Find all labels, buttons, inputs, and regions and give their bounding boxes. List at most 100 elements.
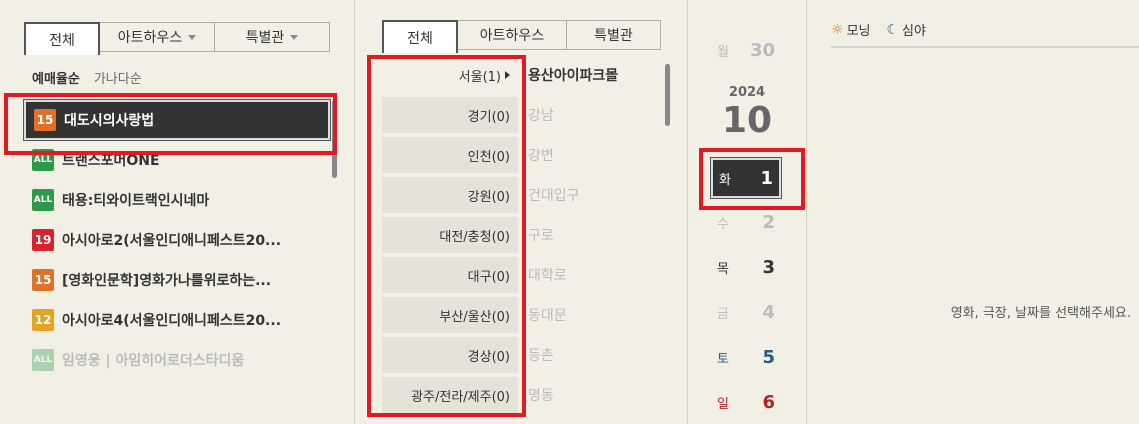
moon-icon: ☾ (886, 21, 900, 38)
cinema-item[interactable]: 강변 (528, 137, 668, 173)
region-label: 경상(0) (467, 349, 510, 365)
weekday: 월 (717, 44, 729, 60)
movie-item[interactable]: ALL 임영웅 | 아임히어로더스타디움 (24, 340, 330, 380)
theater-tab-special[interactable]: 특별관 (567, 20, 661, 50)
region-item[interactable]: 서울(1) (382, 57, 518, 93)
movie-item[interactable]: 15 [영화인문학]영화가나를위로하는... (24, 260, 330, 300)
movie-title: 트랜스포머ONE (62, 153, 160, 169)
weekday: 금 (717, 306, 729, 322)
theater-column: 전체 아트하우스 특별관 서울(1) 경기(0) 인천(0) 강원(0) 대전/충청(0… (355, 0, 688, 424)
cinema-item[interactable]: 건대입구 (528, 177, 668, 213)
cinema-item[interactable]: 구로 (528, 217, 668, 253)
region-label: 경기(0) (467, 109, 510, 125)
age-rating-badge: 15 (34, 109, 56, 131)
movie-title: 아시아로4(서울인디애니페스트20... (62, 313, 282, 329)
date-item-prev[interactable]: 월 30 (711, 32, 781, 68)
weekday: 토 (717, 351, 729, 367)
movie-tab-all[interactable]: 전체 (24, 22, 100, 55)
date-item[interactable]: 목3 (711, 249, 781, 285)
date-column: 월 30 2024 10 화1수2목3금4토5일6 (688, 0, 807, 424)
tab-label: 전체 (49, 32, 75, 49)
movie-item[interactable]: ALL 태용:티와이트랙인시네마 (24, 180, 330, 220)
day-number: 4 (762, 301, 775, 323)
cinema-list-scrollbar[interactable] (665, 64, 670, 126)
theater-tabs: 전체 아트하우스 특별관 (382, 20, 661, 53)
region-item[interactable]: 강원(0) (382, 177, 518, 213)
tab-label: 전체 (407, 30, 433, 47)
month-label: 10 (721, 100, 773, 141)
region-item[interactable]: 경기(0) (382, 97, 518, 133)
region-item[interactable]: 대구(0) (382, 257, 518, 293)
date-item[interactable]: 일6 (711, 384, 781, 420)
date-item[interactable]: 수2 (711, 204, 781, 240)
age-rating-badge: 15 (32, 269, 54, 291)
movie-column: 전체 아트하우스 특별관 예매율순 가나다순 15 대도시의사랑법 ALL 트랜스포머… (0, 0, 355, 424)
tab-label: 특별관 (245, 30, 285, 46)
movie-title: 태용:티와이트랙인시네마 (62, 193, 210, 209)
day-number: 2 (762, 211, 775, 233)
age-rating-badge: ALL (32, 189, 54, 211)
chevron-down-icon (290, 34, 299, 40)
age-rating-badge: 19 (32, 229, 54, 251)
region-label: 광주/전라/제주(0) (411, 389, 510, 405)
date-item[interactable]: 토5 (711, 339, 781, 375)
movie-title: 대도시의사랑법 (64, 113, 155, 129)
sort-options: 예매율순 가나다순 (32, 68, 142, 87)
weekday: 목 (717, 261, 729, 277)
sort-by-booking-rate[interactable]: 예매율순 (32, 68, 80, 87)
weekday: 수 (717, 216, 729, 232)
movie-tab-special[interactable]: 특별관 (215, 22, 330, 52)
tab-label: 특별관 (594, 28, 633, 44)
cinema-item[interactable]: 명동 (528, 377, 668, 413)
age-rating-badge: 12 (32, 309, 54, 331)
date-item[interactable]: 화1 (710, 157, 782, 199)
movie-title: 아시아로2(서울인디애니페스트20... (62, 233, 282, 249)
movie-list: 15 대도시의사랑법 ALL 트랜스포머ONE ALL 태용:티와이트랙인시네마 19 아시아… (23, 99, 331, 380)
sort-by-name[interactable]: 가나다순 (94, 68, 142, 87)
region-label: 대구(0) (467, 269, 510, 285)
theater-tab-arthouse[interactable]: 아트하우스 (458, 20, 567, 50)
time-column: ☼ 모닝 ☾ 심야 영화, 극장, 날짜를 선택해주세요. (807, 0, 1139, 424)
night-filter[interactable]: ☾ 심야 (886, 20, 926, 40)
movie-title: [영화인문학]영화가나를위로하는... (62, 273, 272, 289)
region-list: 서울(1) 경기(0) 인천(0) 강원(0) 대전/충청(0) 대구(0) 부산/울산(0… (382, 57, 518, 417)
year-label: 2024 (728, 85, 766, 100)
region-label: 강원(0) (467, 189, 510, 205)
movie-list-scrollbar[interactable] (332, 100, 337, 178)
movie-item[interactable]: 12 아시아로4(서울인디애니페스트20... (24, 300, 330, 340)
day-number: 3 (762, 256, 775, 278)
date-item[interactable]: 금4 (711, 294, 781, 330)
region-label: 대전/충청(0) (439, 229, 510, 245)
region-label: 인천(0) (467, 149, 510, 165)
day-number: 1 (760, 167, 773, 189)
movie-tabs: 전체 아트하우스 특별관 (24, 22, 330, 55)
weekday: 화 (719, 172, 731, 188)
sun-icon: ☼ (831, 21, 844, 38)
age-rating-badge: ALL (32, 149, 54, 171)
movie-item[interactable]: 19 아시아로2(서울인디애니페스트20... (24, 220, 330, 260)
movie-item[interactable]: ALL 트랜스포머ONE (24, 140, 330, 180)
weekday: 일 (717, 396, 729, 412)
day-number: 6 (762, 391, 775, 413)
cinema-item[interactable]: 동대문 (528, 297, 668, 333)
cinema-item[interactable]: 강남 (528, 97, 668, 133)
morning-filter[interactable]: ☼ 모닝 (831, 20, 871, 40)
region-item[interactable]: 대전/충청(0) (382, 217, 518, 253)
movie-item[interactable]: 15 대도시의사랑법 (23, 99, 331, 141)
region-item[interactable]: 광주/전라/제주(0) (382, 377, 518, 413)
cinema-item[interactable]: 대학로 (528, 257, 668, 293)
day-number: 30 (749, 39, 775, 61)
region-item[interactable]: 인천(0) (382, 137, 518, 173)
region-item[interactable]: 경상(0) (382, 337, 518, 373)
morning-label: 모닝 (846, 24, 871, 39)
movie-tab-arthouse[interactable]: 아트하우스 (100, 22, 215, 52)
chevron-down-icon (188, 34, 197, 40)
theater-tab-all[interactable]: 전체 (382, 20, 458, 53)
night-label: 심야 (902, 24, 926, 39)
cinema-item[interactable]: 용산아이파크몰 (528, 57, 668, 93)
chevron-right-icon (505, 71, 510, 79)
divider (831, 46, 1139, 48)
tab-label: 아트하우스 (479, 28, 545, 44)
region-item[interactable]: 부산/울산(0) (382, 297, 518, 333)
cinema-item[interactable]: 등촌 (528, 337, 668, 373)
